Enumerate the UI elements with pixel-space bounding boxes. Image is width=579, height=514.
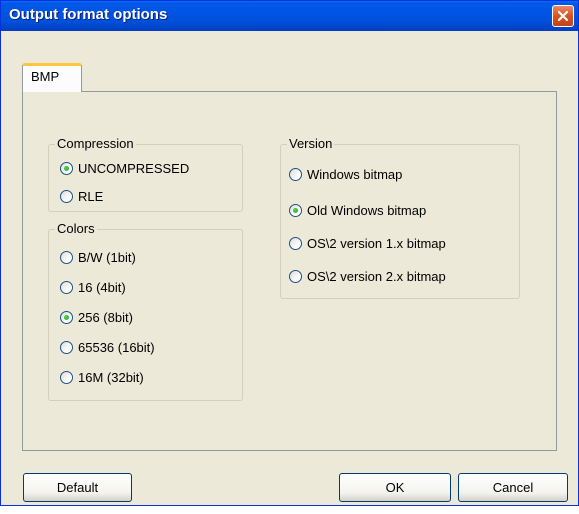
close-button[interactable] — [552, 5, 574, 27]
radio-label: 16M (32bit) — [78, 369, 144, 385]
compression-legend: Compression — [55, 136, 136, 151]
radio-label: Windows bitmap — [307, 166, 403, 182]
colors-group: Colors B/W (1bit) 16 (4bit) 256 (8bit) 6… — [48, 221, 243, 401]
radio-label: Old Windows bitmap — [307, 202, 427, 218]
close-icon — [557, 10, 569, 22]
radio-label: 256 (8bit) — [78, 309, 133, 325]
title-bar: Output format options — [1, 1, 578, 31]
radio-windows-bitmap[interactable]: Windows bitmap — [289, 165, 402, 183]
cancel-button[interactable]: Cancel — [458, 473, 568, 502]
radio-old-windows-bitmap[interactable]: Old Windows bitmap — [289, 201, 426, 219]
radio-button-indicator — [289, 203, 302, 217]
radio-button-indicator — [60, 161, 73, 175]
radio-label: OS\2 version 2.x bitmap — [307, 268, 446, 284]
radio-button-indicator — [289, 167, 302, 181]
radio-os2-v2-bitmap[interactable]: OS\2 version 2.x bitmap — [289, 267, 446, 285]
radio-16-4bit[interactable]: 16 (4bit) — [60, 278, 126, 296]
radio-bw-1bit[interactable]: B/W (1bit) — [60, 248, 136, 266]
radio-label: 16 (4bit) — [78, 279, 126, 295]
radio-button-indicator — [60, 189, 73, 203]
output-format-dialog: Output format options BMP Compression UN… — [0, 0, 579, 506]
compression-group: Compression UNCOMPRESSED RLE — [48, 136, 243, 212]
radio-button-indicator — [60, 370, 73, 384]
radio-uncompressed[interactable]: UNCOMPRESSED — [60, 159, 189, 177]
dialog-title: Output format options — [9, 6, 168, 23]
radio-button-indicator — [60, 340, 73, 354]
ok-button[interactable]: OK — [339, 473, 451, 502]
radio-label: RLE — [78, 188, 104, 204]
tab-panel-bmp: Compression UNCOMPRESSED RLE Colors B/W … — [22, 91, 557, 451]
radio-65536-16bit[interactable]: 65536 (16bit) — [60, 338, 155, 356]
version-legend: Version — [287, 136, 335, 151]
radio-16m-32bit[interactable]: 16M (32bit) — [60, 368, 144, 386]
radio-button-indicator — [289, 236, 302, 250]
radio-label: UNCOMPRESSED — [78, 160, 190, 176]
version-group: Version Windows bitmap Old Windows bitma… — [280, 136, 520, 299]
tab-bmp[interactable]: BMP — [22, 63, 82, 92]
radio-button-indicator — [60, 280, 73, 294]
radio-button-indicator — [60, 310, 73, 324]
radio-label: OS\2 version 1.x bitmap — [307, 235, 446, 251]
default-button[interactable]: Default — [23, 473, 132, 502]
radio-os2-v1-bitmap[interactable]: OS\2 version 1.x bitmap — [289, 234, 446, 252]
radio-rle[interactable]: RLE — [60, 187, 103, 205]
tab-bmp-label: BMP — [31, 69, 60, 84]
radio-label: 65536 (16bit) — [78, 339, 155, 355]
radio-button-indicator — [60, 250, 73, 264]
radio-256-8bit[interactable]: 256 (8bit) — [60, 308, 133, 326]
colors-legend: Colors — [55, 221, 97, 236]
radio-button-indicator — [289, 269, 302, 283]
radio-label: B/W (1bit) — [78, 249, 136, 265]
